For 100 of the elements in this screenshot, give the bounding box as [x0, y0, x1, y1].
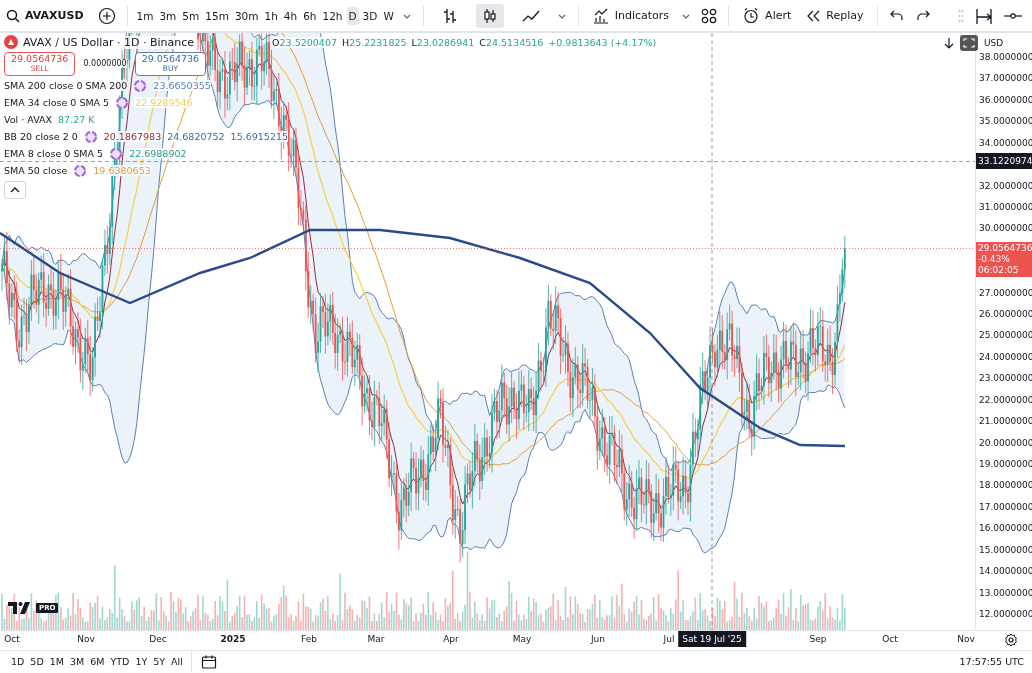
- last-price-label: 29.0564736 -0.43% 06:02:05: [976, 241, 1032, 277]
- ohlc-value: H25.2231825: [341, 36, 407, 48]
- auto-scale-button[interactable]: [960, 35, 978, 51]
- indicator-name[interactable]: EMA 34 close 0 SMA 5: [4, 97, 110, 109]
- price-label: 36.0000000: [979, 93, 1032, 107]
- time-label: Jul: [663, 634, 675, 644]
- alarm-clock-icon: [742, 6, 761, 25]
- range-button[interactable]: 6M: [87, 654, 108, 669]
- interval-button[interactable]: 3D: [360, 6, 380, 25]
- price-label: 19.0000000: [979, 457, 1032, 471]
- alert-button[interactable]: Alert: [740, 3, 794, 28]
- indicator-value: 22.9289546: [135, 97, 193, 109]
- redo-icon[interactable]: [914, 8, 931, 23]
- time-label: Jun: [590, 634, 606, 644]
- interval-button[interactable]: 3m: [157, 6, 179, 25]
- interval-button[interactable]: 15m: [203, 6, 231, 25]
- ohlc-value: L23.0286941: [411, 36, 475, 48]
- symbol-search[interactable]: AVAXUSD: [6, 8, 84, 23]
- indicator-value: 23.6650355: [153, 80, 211, 92]
- price-label: 37.0000000: [979, 72, 1032, 86]
- range-button[interactable]: All: [168, 654, 186, 669]
- currency-selector[interactable]: USD: [984, 38, 1004, 48]
- ohlc-value: C24.5134516: [479, 36, 544, 48]
- clock-time: 17:57:55 UTC: [959, 656, 1024, 667]
- price-label: 32.0000000: [979, 179, 1032, 193]
- caret-up-icon: [10, 185, 20, 194]
- time-label: Oct: [882, 634, 898, 644]
- interval-button[interactable]: 1m: [134, 6, 156, 25]
- settings-icon[interactable]: [1004, 633, 1018, 647]
- indicator-name[interactable]: BB 20 close 2 0: [4, 131, 78, 143]
- indicators-icon: [591, 6, 610, 25]
- avax-logo-icon: [4, 35, 18, 49]
- indicator-value: 24.6820752: [167, 131, 225, 143]
- range-button[interactable]: 1D: [8, 654, 28, 669]
- price-label: 17.0000000: [979, 500, 1032, 514]
- time-label: 2025: [220, 634, 246, 644]
- interval-button[interactable]: W: [381, 6, 396, 25]
- range-button[interactable]: 1Y: [132, 654, 151, 669]
- indicator-value: 19.6380653: [93, 165, 151, 177]
- price-label: 22.0000000: [979, 393, 1032, 407]
- interval-button[interactable]: D: [346, 6, 359, 25]
- price-label: 31.0000000: [979, 200, 1032, 214]
- time-label: Sep: [809, 634, 827, 644]
- price-label: 25.0000000: [979, 329, 1032, 343]
- price-label: 27.0000000: [979, 286, 1032, 300]
- interval-button[interactable]: 1h: [262, 6, 280, 25]
- time-label: Oct: [4, 634, 20, 644]
- indicator-name[interactable]: EMA 8 close 0 SMA 5: [4, 148, 104, 160]
- drag-handle-icon[interactable]: [958, 8, 964, 23]
- symbol-name: AVAXUSD: [25, 9, 84, 22]
- price-label: 34.0000000: [979, 136, 1032, 150]
- layout-grid-icon[interactable]: [701, 7, 718, 24]
- interval-button[interactable]: 5m: [180, 6, 202, 25]
- indicator-name[interactable]: SMA 50 close: [4, 165, 68, 177]
- price-label: 21.0000000: [979, 415, 1032, 429]
- time-label: Nov: [957, 634, 975, 644]
- rewind-icon: [805, 8, 822, 23]
- price-label: 13.0000000: [979, 586, 1032, 600]
- price-label: 18.0000000: [979, 479, 1032, 493]
- indicator-name[interactable]: SMA 200 close 0 SMA 200: [4, 80, 128, 92]
- indicators-button[interactable]: Indicators: [589, 3, 672, 28]
- collapse-legend-button[interactable]: [4, 180, 26, 199]
- add-symbol-icon[interactable]: [97, 6, 116, 25]
- interval-button[interactable]: 4h: [281, 6, 300, 25]
- time-label: Mar: [367, 634, 385, 644]
- candlestick-button[interactable]: [475, 3, 504, 28]
- price-label: 35.0000000: [979, 115, 1032, 129]
- range-button[interactable]: 3M: [66, 654, 88, 669]
- ohlc-value: O23.5200407: [272, 36, 337, 48]
- down-arrow-icon[interactable]: [944, 37, 954, 49]
- price-label: 12.0000000: [979, 607, 1032, 621]
- indicator-value: 15.6915215: [230, 131, 289, 143]
- time-label: May: [512, 634, 532, 644]
- range-button[interactable]: 1M: [46, 654, 67, 669]
- indicator-name[interactable]: Vol · AVAX: [4, 114, 53, 126]
- range-button[interactable]: 5Y: [150, 654, 169, 669]
- price-label: 15.0000000: [979, 543, 1032, 557]
- spread-value: 0.0000000: [83, 59, 127, 69]
- interval-button[interactable]: 30m: [232, 6, 261, 25]
- symbol-title: AVAX / US Dollar · 1D · Binance: [23, 35, 195, 49]
- crosshair-price-label: 33.1220974: [976, 153, 1032, 170]
- interval-button[interactable]: 12h: [320, 6, 345, 25]
- price-change: +0.9813643 (+4.17%): [548, 36, 657, 48]
- price-label: 30.0000000: [979, 222, 1032, 236]
- horizontal-line-icon[interactable]: [1004, 10, 1022, 21]
- interval-button[interactable]: 6h: [301, 6, 319, 25]
- calendar-icon[interactable]: [200, 653, 217, 670]
- price-label: 38.0000000: [979, 51, 1032, 64]
- range-button[interactable]: 5D: [27, 654, 47, 669]
- indicator-value: 87.27 K: [58, 114, 95, 126]
- price-label: 16.0000000: [979, 522, 1032, 536]
- time-label: Feb: [301, 634, 317, 644]
- range-button[interactable]: YTD: [107, 654, 133, 669]
- price-label: 14.0000000: [979, 565, 1032, 579]
- undo-icon[interactable]: [888, 8, 905, 23]
- crosshair-date-label: Sat 19 Jul '25: [678, 631, 746, 647]
- replay-button[interactable]: Replay: [803, 5, 866, 26]
- indicator-value: 22.6988902: [129, 148, 187, 160]
- time-label: Dec: [149, 634, 167, 644]
- price-label: 26.0000000: [979, 308, 1032, 322]
